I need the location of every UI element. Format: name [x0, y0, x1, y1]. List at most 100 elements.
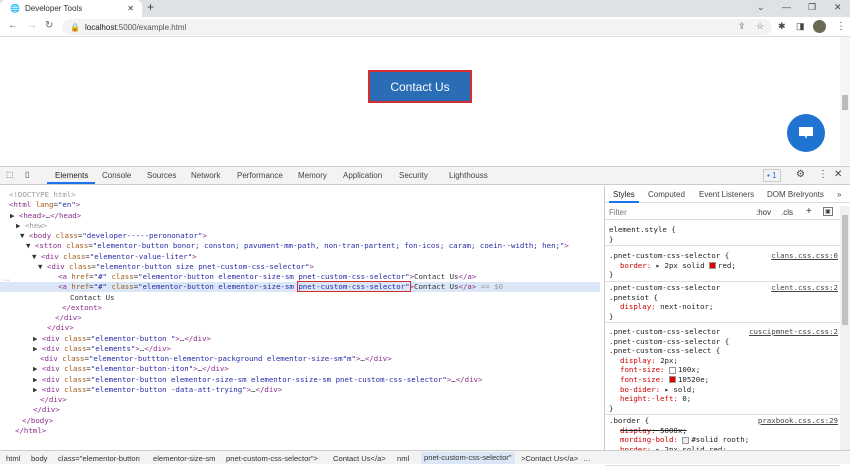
dom-node[interactable]: Contact Us: [0, 293, 600, 303]
tab-computed[interactable]: Computed: [648, 190, 685, 199]
dom-node[interactable]: ▶ <div class="elementor-button-iton">…</…: [0, 364, 600, 374]
dom-node[interactable]: ▼ <div class="elementor-button size pnet…: [0, 262, 600, 272]
breadcrumb-item[interactable]: elementor-size-sm: [153, 454, 215, 463]
tab-sources[interactable]: Sources: [147, 171, 176, 180]
dom-node[interactable]: <html lang="en">: [0, 200, 600, 210]
reload-icon[interactable]: ↻: [45, 20, 53, 31]
breadcrumb-item[interactable]: nml: [397, 454, 409, 463]
dom-node[interactable]: <!DOCTYPE html>: [0, 190, 600, 200]
star-icon[interactable]: ☆: [756, 21, 764, 32]
style-property[interactable]: font-size: 10520e;: [609, 375, 836, 385]
browser-tab[interactable]: 🌐 Developer Tools ✕: [0, 0, 142, 17]
expand-toggle-icon[interactable]: ▶: [16, 221, 25, 230]
expand-toggle-icon[interactable]: ▼: [38, 262, 47, 271]
share-icon[interactable]: ⇪: [738, 21, 746, 32]
dom-node[interactable]: </div>: [0, 323, 600, 333]
rule-source-link[interactable]: cuscipmnet-css.css:2: [749, 327, 838, 337]
breadcrumb-item[interactable]: pnet-custom-css-selector">: [226, 454, 318, 463]
expand-toggle-icon[interactable]: ▶: [33, 334, 42, 343]
breadcrumb-item[interactable]: html: [6, 454, 20, 463]
new-rule-icon[interactable]: +: [806, 206, 812, 217]
tab-event-listeners[interactable]: Event Listeners: [699, 190, 754, 199]
color-swatch[interactable]: [668, 376, 676, 384]
menu-icon[interactable]: ⋮: [836, 21, 846, 32]
dom-node[interactable]: ▶ <div class="elementor-button -data-att…: [0, 385, 600, 395]
chat-button[interactable]: [787, 114, 825, 152]
dom-node[interactable]: </div>: [0, 395, 600, 405]
tab-security[interactable]: Security: [399, 171, 428, 180]
tab-dom-breakpoints[interactable]: DOM Brelryonts: [767, 190, 824, 199]
address-bar[interactable]: 🔒 localhost:5000/example.html: [62, 19, 772, 35]
avatar[interactable]: [813, 20, 826, 33]
side-panel-icon[interactable]: ◨: [796, 21, 805, 32]
tab-elements[interactable]: Elements: [55, 171, 88, 180]
style-property[interactable]: height:-left: 0;: [609, 394, 836, 404]
dom-node-selected[interactable]: <a href="#" class="elementor-button elem…: [0, 281, 600, 293]
close-window-icon[interactable]: ✕: [834, 2, 842, 13]
more-options-icon[interactable]: ⋮: [818, 169, 828, 180]
forward-icon[interactable]: →: [27, 20, 37, 31]
rule-source-link[interactable]: clent.css.css:2: [771, 283, 838, 293]
color-swatch[interactable]: [682, 436, 690, 444]
expand-toggle-icon[interactable]: ▶: [33, 375, 42, 384]
settings-gear-icon[interactable]: ⚙: [796, 169, 805, 180]
dom-node[interactable]: ▶ <div class="elementor-button ">…</div>: [0, 334, 600, 344]
dom-node[interactable]: ▼ <div class="elementor-value-liter">: [0, 252, 600, 262]
inspect-element-icon[interactable]: ⬚: [6, 170, 14, 179]
cls-toggle[interactable]: .cls: [781, 208, 793, 217]
tab-console[interactable]: Console: [102, 171, 131, 180]
more-tabs-icon[interactable]: »: [837, 190, 841, 199]
style-property[interactable]: mording-bold: #solid rooth;: [609, 435, 836, 445]
page-scrollbar-thumb[interactable]: [842, 95, 848, 110]
expand-toggle-icon[interactable]: ▼: [32, 252, 41, 261]
dom-node[interactable]: </body>: [0, 416, 600, 426]
styles-filter-input[interactable]: Filter :hov .cls + ▣: [605, 205, 840, 220]
breadcrumb-item[interactable]: class="elementor-button: [58, 454, 140, 463]
expand-toggle-icon[interactable]: ▼: [26, 241, 35, 250]
close-devtools-icon[interactable]: ✕: [834, 169, 842, 180]
tab-search-icon[interactable]: ⌄: [757, 2, 765, 13]
color-swatch[interactable]: [709, 262, 717, 270]
dom-node[interactable]: ▶ <div class="elementor-button elementor…: [0, 375, 600, 385]
color-swatch[interactable]: [668, 366, 676, 374]
style-property[interactable]: display: 2px;: [609, 356, 836, 366]
expand-toggle-icon[interactable]: ▶: [10, 211, 19, 220]
dom-node[interactable]: </extont>: [0, 303, 600, 313]
tab-performance[interactable]: Performance: [237, 171, 283, 180]
tab-network[interactable]: Network: [191, 171, 220, 180]
expand-toggle-icon[interactable]: ▶: [33, 385, 42, 394]
new-tab-button[interactable]: +: [147, 0, 154, 14]
minimize-icon[interactable]: —: [782, 2, 791, 12]
dom-node[interactable]: ▶ <div class="elements">…</div>: [0, 344, 600, 354]
tab-styles[interactable]: Styles: [613, 190, 635, 199]
breadcrumb-item[interactable]: Contact Us</a>: [333, 454, 386, 463]
device-toolbar-icon[interactable]: ▯: [25, 170, 29, 179]
tab-lighthouse[interactable]: Lighthouss: [449, 171, 488, 180]
dom-node[interactable]: <div class="elementor-buttton-elementor-…: [0, 354, 600, 364]
dom-node[interactable]: ▶ <head>…</head>: [0, 211, 600, 221]
style-property[interactable]: border: ▸ 2px solid red;: [609, 261, 836, 271]
breadcrumb-item[interactable]: body: [31, 454, 47, 463]
styles-scrollbar-thumb[interactable]: [842, 215, 848, 325]
breadcrumb-item[interactable]: >Contact Us</a>: [521, 454, 578, 463]
style-property[interactable]: display: next-noitor;: [609, 302, 836, 312]
expand-toggle-icon[interactable]: ▼: [20, 231, 29, 240]
issues-badge[interactable]: ▪ 1: [763, 169, 781, 182]
dom-node[interactable]: ▼ <stton class="elementor-button bonor; …: [0, 241, 600, 251]
expand-toggle-icon[interactable]: ▶: [33, 364, 42, 373]
style-property[interactable]: font-size: 100x;: [609, 365, 836, 375]
style-property[interactable]: bo-dider: ▸ sold;: [609, 385, 836, 395]
tab-memory[interactable]: Memory: [298, 171, 327, 180]
rule-source-link[interactable]: praxbook.css.cs:29: [758, 416, 838, 426]
back-icon[interactable]: ←: [8, 20, 18, 31]
dom-node[interactable]: </div>: [0, 313, 600, 323]
extensions-icon[interactable]: ✱: [778, 21, 786, 32]
dom-node[interactable]: </div>: [0, 405, 600, 415]
dom-node[interactable]: ▼ <body class="developer-----perononator…: [0, 231, 600, 241]
close-tab-icon[interactable]: ✕: [127, 4, 134, 13]
expand-toggle-icon[interactable]: ▶: [33, 344, 42, 353]
restore-icon[interactable]: ❐: [808, 2, 816, 13]
style-property[interactable]: display: 5000x;: [609, 426, 836, 436]
dom-node[interactable]: <a href="#" class="elementor-button elem…: [0, 272, 600, 282]
dom-node[interactable]: ▶ <hew>: [0, 221, 600, 231]
